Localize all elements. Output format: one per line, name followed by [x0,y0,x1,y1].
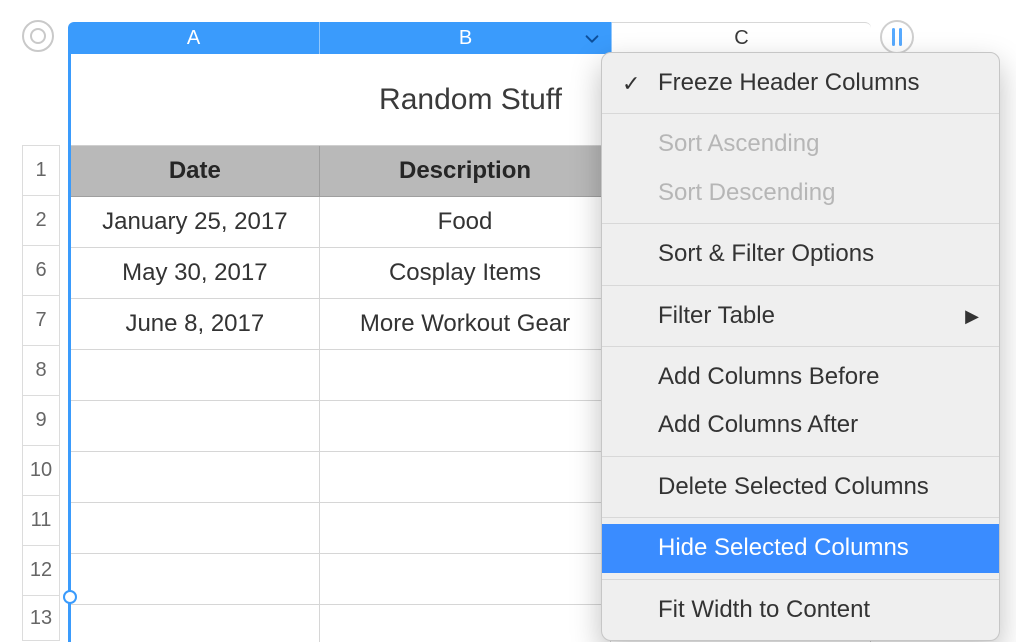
cell-empty[interactable] [320,554,612,604]
menu-item-sort-ascending: Sort Ascending [602,120,999,168]
header-cell-description[interactable]: Description [320,146,612,196]
row-header[interactable]: 12 [22,545,60,595]
column-header-b[interactable]: B [320,22,612,54]
row-header[interactable]: 10 [22,445,60,495]
row-header[interactable]: 2 [22,195,60,245]
menu-item-freeze-header-columns[interactable]: ✓ Freeze Header Columns [602,59,999,107]
menu-item-sort-filter-options[interactable]: Sort & Filter Options [602,230,999,278]
column-header-a[interactable]: A [68,22,320,54]
cell-empty[interactable] [71,554,320,604]
menu-item-sort-descending: Sort Descending [602,169,999,217]
cell-date[interactable]: June 8, 2017 [71,299,320,349]
checkmark-icon: ✓ [622,69,640,99]
cell-empty[interactable] [320,401,612,451]
column-context-menu: ✓ Freeze Header Columns Sort Ascending S… [601,52,1000,641]
header-cell-date[interactable]: Date [71,146,320,196]
cell-empty[interactable] [71,452,320,502]
column-drag-handle[interactable] [880,20,914,54]
cell-date[interactable]: January 25, 2017 [71,197,320,247]
cell-empty[interactable] [71,350,320,400]
table-corner-handle[interactable] [22,20,54,52]
row-headers: 1 2 6 7 8 9 10 11 12 13 [22,145,60,641]
submenu-arrow-icon: ▶ [965,304,979,328]
chevron-down-icon[interactable] [583,30,601,48]
menu-item-delete-selected-columns[interactable]: Delete Selected Columns [602,463,999,511]
row-header[interactable]: 8 [22,345,60,395]
column-header-b-label: B [459,27,472,50]
menu-item-hide-selected-columns[interactable]: Hide Selected Columns [602,524,999,572]
table-title: Random Stuff [379,83,562,117]
column-header-c-label: C [734,27,748,50]
cell-empty[interactable] [71,503,320,553]
cell-description[interactable]: More Workout Gear [320,299,612,349]
column-header-c[interactable]: C [612,22,871,54]
cell-empty[interactable] [320,605,612,642]
column-headers: A B C [68,22,871,54]
spreadsheet-app: A B C 1 2 6 7 8 9 10 11 12 13 Random Stu… [0,0,1016,642]
row-header[interactable]: 9 [22,395,60,445]
cell-date[interactable]: May 30, 2017 [71,248,320,298]
cell-empty[interactable] [71,401,320,451]
cell-empty[interactable] [320,503,612,553]
menu-separator [602,223,999,224]
cell-description[interactable]: Cosplay Items [320,248,612,298]
row-header[interactable]: 11 [22,495,60,545]
menu-separator [602,579,999,580]
menu-item-add-columns-after[interactable]: Add Columns After [602,401,999,449]
row-header[interactable]: 13 [22,595,60,641]
menu-separator [602,517,999,518]
menu-separator [602,113,999,114]
menu-separator [602,346,999,347]
column-header-a-label: A [187,27,200,50]
row-header[interactable]: 1 [22,145,60,195]
cell-empty[interactable] [320,452,612,502]
cell-description[interactable]: Food [320,197,612,247]
menu-item-add-columns-before[interactable]: Add Columns Before [602,353,999,401]
row-header[interactable]: 7 [22,295,60,345]
freeze-line-handle[interactable] [63,590,77,604]
menu-separator [602,285,999,286]
menu-item-filter-table[interactable]: Filter Table ▶ [602,292,999,340]
cell-empty[interactable] [320,350,612,400]
row-header[interactable]: 6 [22,245,60,295]
menu-separator [602,456,999,457]
cell-empty[interactable] [71,605,320,642]
menu-item-fit-width-to-content[interactable]: Fit Width to Content [602,586,999,634]
